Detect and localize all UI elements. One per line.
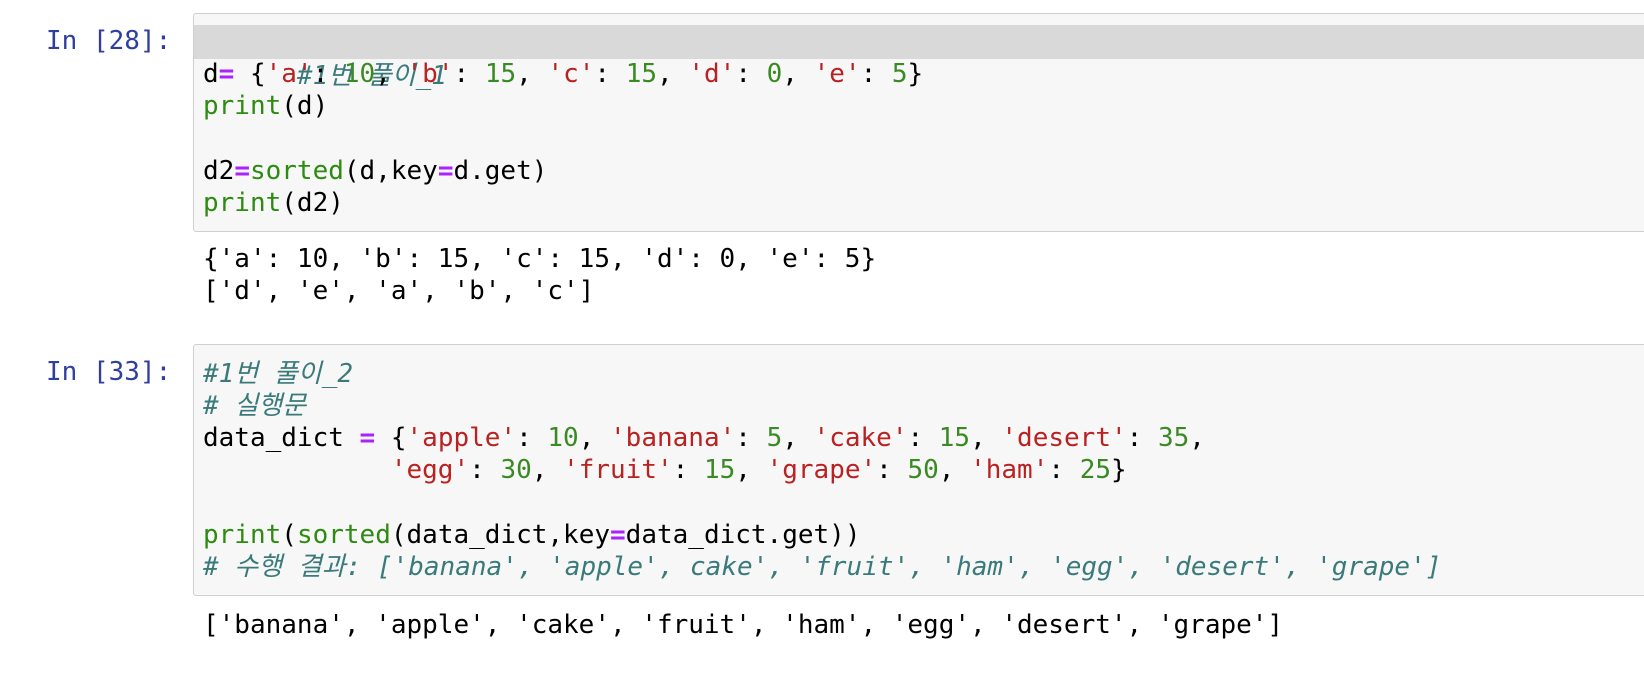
code-line-5: d2=sorted(d,key=d.get) <box>203 156 548 186</box>
code-line-4: 'egg': 30, 'fruit': 15, 'grape': 50, 'ha… <box>390 455 1127 485</box>
cell-output-line: ['banana', 'apple', 'cake', 'fruit', 'ha… <box>203 610 1284 640</box>
cell-output-line: ['d', 'e', 'a', 'b', 'c'] <box>203 276 595 306</box>
cell-output-line: {'a': 10, 'b': 15, 'c': 15, 'd': 0, 'e':… <box>203 244 877 274</box>
code-line-1: #1번 풀이_1 <box>296 61 447 91</box>
code-input-area[interactable]: #1번 풀이_1 d= {'a': 10, 'b': 15, 'c': 15, … <box>193 13 1644 232</box>
notebook-cell-33[interactable]: In [33]: #1번 풀이_2 # 실행문 data_dict = {'ap… <box>0 330 1644 692</box>
cell-prompt: In [28]: <box>46 26 172 56</box>
cell-prompt: In [33]: <box>46 357 172 387</box>
code-line-3: print(d) <box>203 91 329 121</box>
code-line-7: # 수행 결과: ['banana', 'apple', cake', 'fru… <box>203 552 1442 582</box>
code-line-2: d= {'a': 10, 'b': 15, 'c': 15, 'd': 0, '… <box>203 59 924 89</box>
code-line-6: print(sorted(data_dict,key=data_dict.get… <box>203 520 861 550</box>
code-input-area[interactable]: #1번 풀이_2 # 실행문 data_dict = {'apple': 10,… <box>193 344 1644 596</box>
code-line-1: #1번 풀이_2 <box>203 359 354 389</box>
code-line-3: data_dict = {'apple': 10, 'banana': 5, '… <box>203 423 1205 453</box>
notebook-cell-28[interactable]: In [28]: #1번 풀이_1 d= {'a': 10, 'b': 15, … <box>0 0 1644 320</box>
code-line-6: print(d2) <box>203 188 344 218</box>
code-line-2: # 실행문 <box>203 391 307 421</box>
